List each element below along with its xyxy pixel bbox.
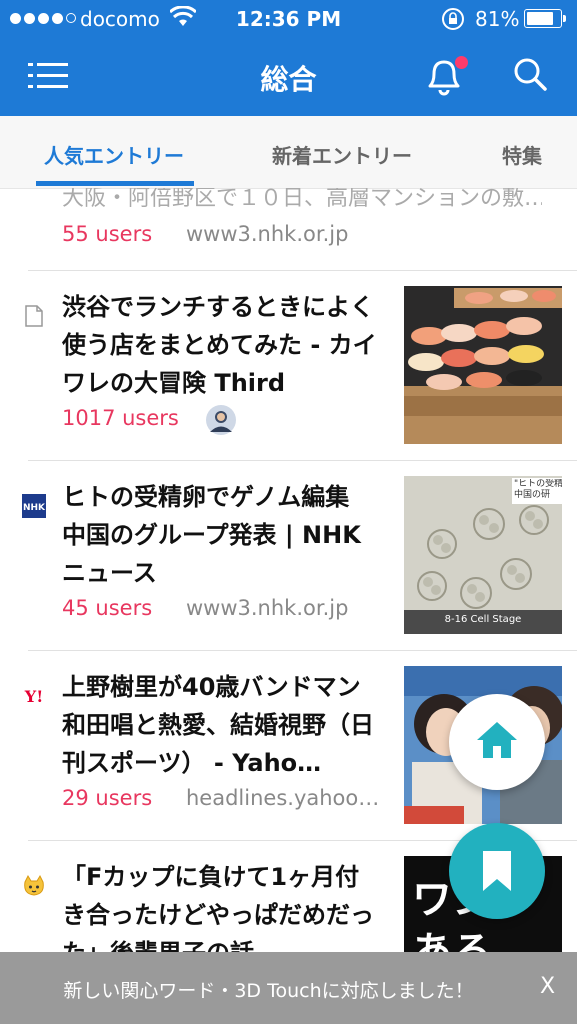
entry-domain: www3.nhk.or.jp bbox=[186, 596, 349, 620]
nhk-logo-icon: NHK bbox=[22, 494, 46, 518]
avatar bbox=[206, 405, 236, 435]
home-button[interactable] bbox=[449, 694, 545, 790]
entry-users-count[interactable]: 45 users bbox=[62, 596, 152, 620]
tab-new[interactable]: 新着エントリー bbox=[272, 140, 412, 169]
entry-meta: 1017 users bbox=[62, 403, 382, 435]
divider bbox=[28, 650, 577, 651]
thumbnail-caption: 8-16 Cell Stage bbox=[444, 614, 522, 625]
page-title: 総合 bbox=[260, 63, 317, 96]
yahoo-icon: Y! bbox=[24, 687, 43, 706]
bookmark-button[interactable] bbox=[449, 823, 545, 919]
entry-item[interactable]: NHK ヒトの受精卵でゲノム編集 中国のグループ発表 | NHKニュース 45 … bbox=[0, 460, 577, 650]
rotation-lock-icon bbox=[442, 8, 464, 30]
entry-headline[interactable]: 渋谷でランチするときによく使う店をまとめてみた - カイワレの大冒険 Third bbox=[62, 288, 378, 402]
entry-users-count[interactable]: 29 users bbox=[62, 786, 152, 810]
divider bbox=[28, 270, 577, 271]
announcement-banner[interactable]: 新しい関心ワード・3D Touchに対応しました！ X bbox=[0, 952, 577, 1024]
status-bar: docomo 12:36 PM 81% bbox=[0, 0, 577, 40]
document-icon bbox=[25, 305, 43, 327]
entry-meta: 45 users www3.nhk.or.jp bbox=[62, 593, 382, 623]
battery-icon bbox=[524, 9, 566, 28]
embryo-thumbnail[interactable]: 8-16 Cell Stage "ヒトの受精 中国の研 bbox=[404, 476, 562, 634]
tab-features[interactable]: 特集 bbox=[502, 140, 542, 169]
bookmark-icon bbox=[483, 851, 511, 891]
banner-message[interactable]: 新しい関心ワード・3D Touchに対応しました！ bbox=[0, 976, 577, 1003]
category-tabs: 人気エントリー 新着エントリー 特集 bbox=[0, 116, 577, 189]
tab-popular[interactable]: 人気エントリー bbox=[44, 140, 184, 169]
svg-text:NHK: NHK bbox=[23, 503, 46, 513]
entry-users-count[interactable]: 55 users bbox=[62, 222, 152, 246]
divider bbox=[28, 460, 577, 461]
notification-badge bbox=[455, 56, 468, 69]
entry-snippet: 大阪・阿倍野区で１０日、高層マンションの敷… bbox=[62, 188, 542, 211]
entry-meta: 29 users headlines.yahoo… bbox=[62, 783, 382, 813]
cat-icon bbox=[24, 874, 44, 896]
entry-domain: www3.nhk.or.jp bbox=[186, 222, 349, 246]
banner-close-button[interactable]: X bbox=[540, 974, 555, 999]
battery-percentage: 81% bbox=[475, 7, 520, 31]
entry-domain: headlines.yahoo… bbox=[186, 786, 380, 810]
svg-text:Y!: Y! bbox=[24, 687, 43, 706]
app-header: 総合 bbox=[0, 40, 577, 116]
home-icon bbox=[477, 722, 517, 758]
entry-users-count[interactable]: 1017 users bbox=[62, 406, 179, 430]
entry-item[interactable]: 渋谷でランチするときによく使う店をまとめてみた - カイワレの大冒険 Third… bbox=[0, 270, 577, 460]
active-tab-indicator bbox=[36, 181, 194, 186]
entry-headline[interactable]: 「Fカップに負けて1ヶ月付き合ったけどやっぱだめだった」後輩男子の話 -… bbox=[62, 858, 378, 952]
thumbnail-overlay-text: "ヒトの受精 中国の研 bbox=[514, 479, 562, 500]
notifications-button[interactable] bbox=[422, 52, 468, 102]
search-icon[interactable] bbox=[512, 56, 548, 92]
entry-headline[interactable]: ヒトの受精卵でゲノム編集 中国のグループ発表 | NHKニュース bbox=[62, 478, 378, 592]
sushi-thumbnail[interactable] bbox=[404, 286, 562, 444]
entry-headline[interactable]: 上野樹里が40歳バンドマン和田唱と熱愛、結婚視野（日刊スポーツ） - Yaho… bbox=[62, 668, 378, 782]
